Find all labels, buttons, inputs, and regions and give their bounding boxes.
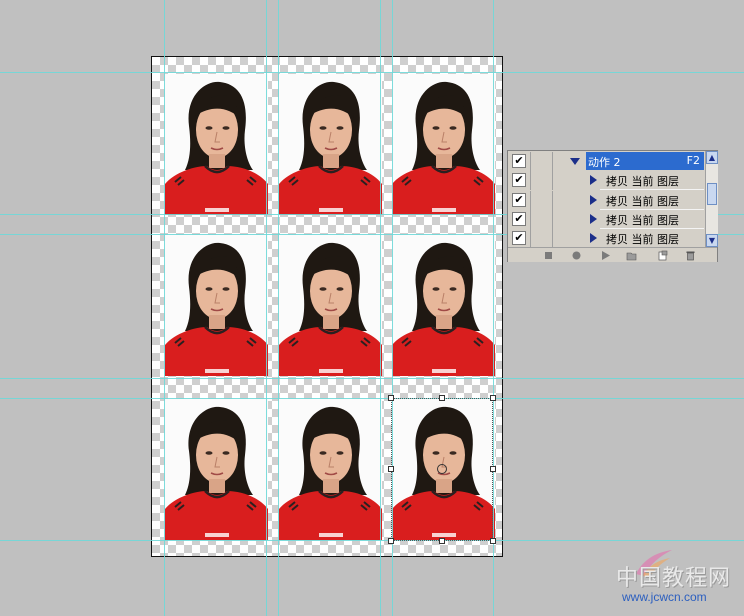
watermark-url: www.jcwcn.com <box>622 590 707 604</box>
guide-vertical[interactable] <box>493 0 494 616</box>
guide-horizontal[interactable] <box>0 72 744 73</box>
scroll-down-icon[interactable]: ▼ <box>706 234 718 247</box>
action-step-label: 拷贝 当前 图层 <box>606 195 679 208</box>
checkmark-icon[interactable]: ✔ <box>512 173 526 187</box>
guide-vertical[interactable] <box>380 0 381 616</box>
guide-vertical[interactable] <box>164 0 165 616</box>
new-set-icon[interactable] <box>626 250 637 261</box>
actions-panel: ✔ 动作 2 F2 ✔ 拷贝 当前 图层 ✔ 拷贝 当前 图层 ✔ 拷贝 当前 … <box>507 150 718 262</box>
action-step-row[interactable]: ✔ 拷贝 当前 图层 <box>508 229 704 248</box>
checkmark-icon[interactable]: ✔ <box>512 231 526 245</box>
collapse-triangle-icon[interactable] <box>590 195 597 205</box>
new-action-icon[interactable] <box>657 250 668 261</box>
checkmark-icon[interactable]: ✔ <box>512 193 526 207</box>
passport-photo <box>392 235 495 376</box>
action-step-label: 拷贝 当前 图层 <box>606 233 679 246</box>
checkmark-icon[interactable]: ✔ <box>512 154 526 168</box>
dialog-toggle[interactable] <box>530 229 553 248</box>
scroll-thumb[interactable] <box>707 183 717 205</box>
action-step-row[interactable]: ✔ 拷贝 当前 图层 <box>508 210 704 229</box>
checkmark-icon[interactable]: ✔ <box>512 212 526 226</box>
watermark-text: 中国教程网 <box>616 566 732 591</box>
passport-photo <box>165 235 268 376</box>
transform-handle[interactable] <box>439 538 445 544</box>
action-row[interactable]: ✔ 动作 2 F2 <box>508 152 704 171</box>
guide-horizontal[interactable] <box>0 398 744 399</box>
action-step-row[interactable]: ✔ 拷贝 当前 图层 <box>508 171 704 190</box>
action-step-row[interactable]: ✔ 拷贝 当前 图层 <box>508 191 704 210</box>
transform-handle[interactable] <box>490 466 496 472</box>
dialog-toggle[interactable] <box>530 210 553 229</box>
transform-handle[interactable] <box>388 538 394 544</box>
passport-photo <box>279 235 382 376</box>
panel-scrollbar[interactable]: ▲ ▼ <box>705 151 718 247</box>
action-name: 动作 2 <box>588 156 621 169</box>
row-divider <box>600 189 704 190</box>
guide-horizontal[interactable] <box>0 540 744 541</box>
dialog-toggle[interactable] <box>530 152 553 171</box>
stop-icon[interactable] <box>543 250 554 261</box>
guide-vertical[interactable] <box>278 0 279 616</box>
dialog-toggle[interactable] <box>530 171 553 190</box>
action-step-label: 拷贝 当前 图层 <box>606 214 679 227</box>
transform-handle[interactable] <box>490 395 496 401</box>
collapse-triangle-icon[interactable] <box>590 214 597 224</box>
transform-handle[interactable] <box>388 466 394 472</box>
action-step-label: 拷贝 当前 图层 <box>606 175 679 188</box>
scroll-up-icon[interactable]: ▲ <box>706 151 718 164</box>
play-icon[interactable] <box>600 250 611 261</box>
passport-photo <box>165 74 268 215</box>
transform-handle[interactable] <box>490 538 496 544</box>
dialog-toggle[interactable] <box>530 191 553 210</box>
delete-icon[interactable] <box>685 250 696 261</box>
transform-handle[interactable] <box>439 395 445 401</box>
passport-photo <box>279 74 382 215</box>
record-icon[interactable] <box>571 250 582 261</box>
action-shortcut: F2 <box>686 154 700 167</box>
collapse-triangle-icon[interactable] <box>590 175 597 185</box>
collapse-triangle-icon[interactable] <box>590 233 597 243</box>
transform-handle[interactable] <box>388 395 394 401</box>
guide-vertical[interactable] <box>266 0 267 616</box>
guide-horizontal[interactable] <box>0 378 744 379</box>
passport-photo <box>392 74 495 215</box>
expand-triangle-icon[interactable] <box>570 158 580 165</box>
transform-pivot-icon[interactable] <box>437 464 447 474</box>
panel-toolbar <box>508 247 717 262</box>
passport-photo <box>165 399 268 540</box>
selected-action[interactable]: 动作 2 F2 <box>586 152 704 170</box>
passport-photo <box>279 399 382 540</box>
